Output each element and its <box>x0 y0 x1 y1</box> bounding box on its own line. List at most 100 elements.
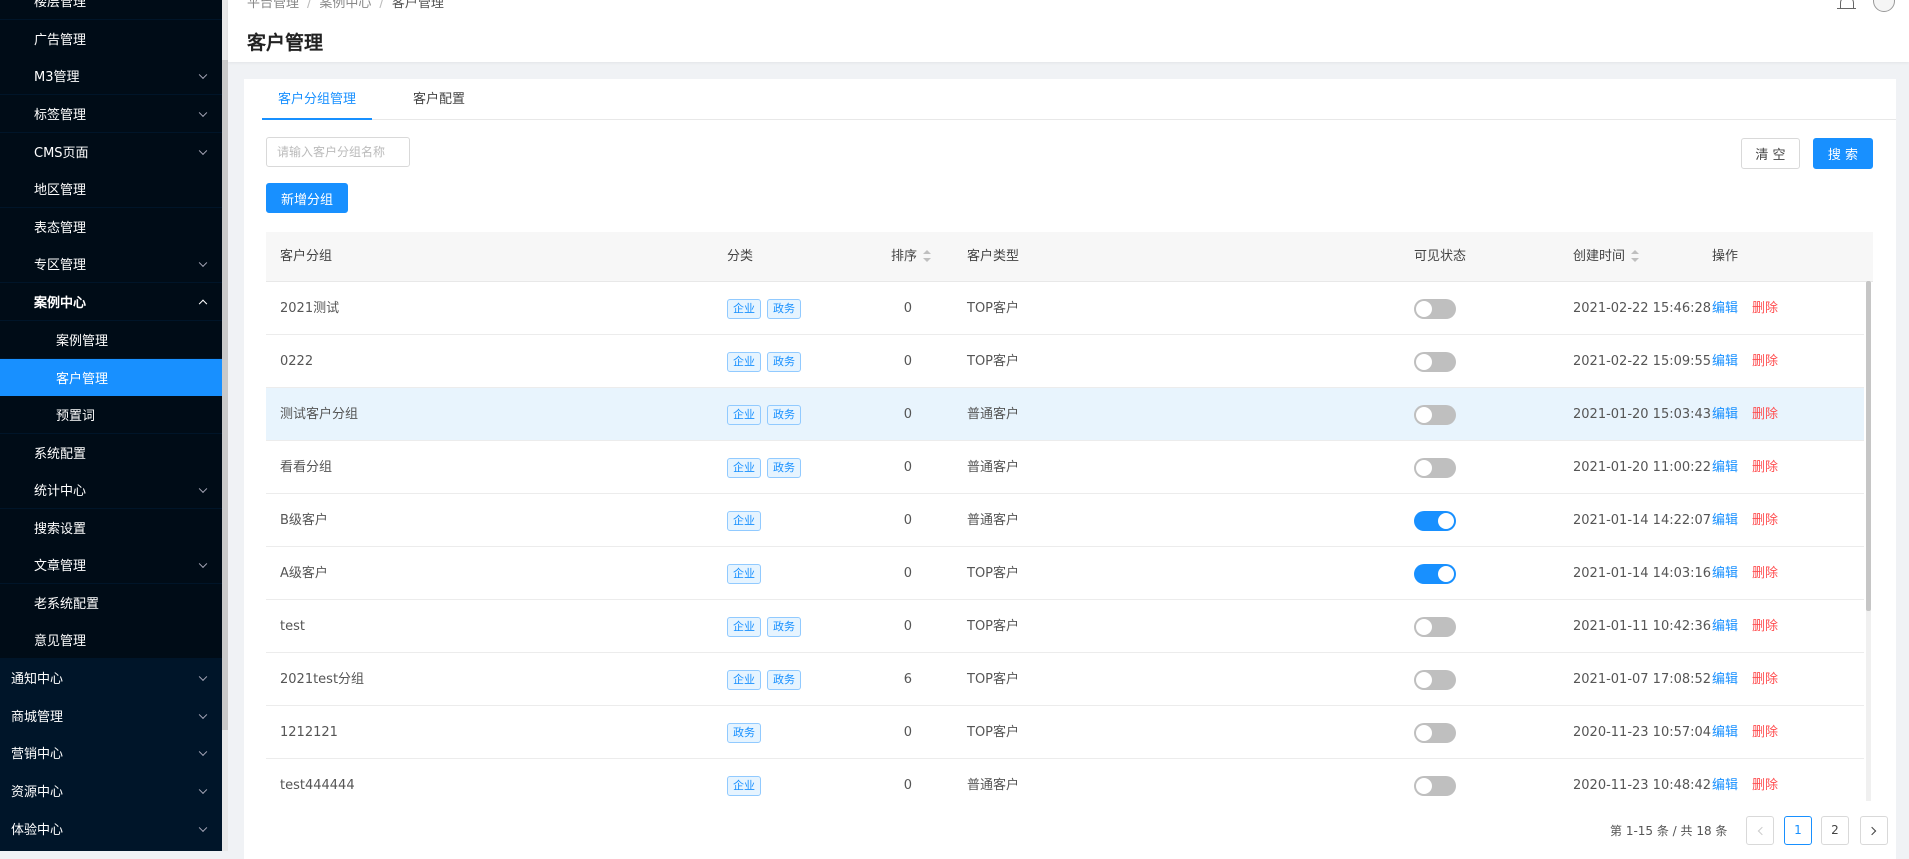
tab-bar: 客户分组管理 客户配置 <box>262 79 1896 120</box>
sort-icon[interactable] <box>1631 249 1640 262</box>
delete-link[interactable]: 删除 <box>1752 725 1778 740</box>
sidebar-item[interactable]: 专区管理 <box>0 245 222 282</box>
delete-link[interactable]: 删除 <box>1752 513 1778 528</box>
sidebar-item[interactable]: M3管理 <box>0 57 222 94</box>
visibility-toggle[interactable] <box>1414 299 1456 319</box>
sidebar-item[interactable]: 标签管理 <box>0 95 222 132</box>
sidebar-item[interactable]: 搜索设置 <box>0 509 222 546</box>
table-row[interactable]: 2021测试 企业 政务 0 TOP客户 2021-02-22 15:46:28 编辑 删除 <box>266 282 1864 335</box>
cell-group: A级客户 <box>280 566 328 581</box>
breadcrumb-item[interactable]: 案例中心 <box>319 0 371 11</box>
visibility-toggle[interactable] <box>1414 723 1456 743</box>
table-row[interactable]: test 企业 政务 0 TOP客户 2021-01-11 10:42:36 编辑 删除 <box>266 600 1864 653</box>
table-row[interactable]: A级客户 企业 0 TOP客户 2021-01-14 14:03:16 编辑 删除 <box>266 547 1864 600</box>
sidebar-item[interactable]: 营销中心 <box>0 734 222 771</box>
edit-link[interactable]: 编辑 <box>1712 566 1738 581</box>
next-page-button[interactable] <box>1860 816 1888 845</box>
table-row[interactable]: test444444 企业 0 普通客户 2020-11-23 10:48:42 编辑 删除 <box>266 759 1864 801</box>
table-row[interactable]: 2021test分组 企业 政务 6 TOP客户 2021-01-07 17:08:52 编… <box>266 653 1864 706</box>
sidebar-item-label: 楼层管理 <box>34 0 87 10</box>
table-row[interactable]: 0222 企业 政务 0 TOP客户 2021-02-22 15:09:55 编辑 删除 <box>266 335 1864 388</box>
table-scrollbar-thumb[interactable] <box>1866 281 1871 611</box>
avatar[interactable] <box>1873 0 1895 12</box>
edit-link[interactable]: 编辑 <box>1712 778 1738 793</box>
sidebar-item[interactable]: 案例管理 <box>0 321 222 358</box>
column-header-category: 分类 <box>727 249 754 264</box>
table-row[interactable]: 1212121 政务 0 TOP客户 2020-11-23 10:57:04 编辑 删除 <box>266 706 1864 759</box>
sidebar-item[interactable]: 楼层管理 <box>0 0 222 19</box>
table-scrollbar[interactable] <box>1866 281 1871 801</box>
cell-sort: 0 <box>903 725 912 740</box>
sidebar-scrollbar[interactable] <box>222 0 228 851</box>
table-row[interactable]: 看看分组 企业 政务 0 普通客户 2021-01-20 11:00:22 编辑 删除 <box>266 441 1864 494</box>
visibility-toggle[interactable] <box>1414 511 1456 531</box>
edit-link[interactable]: 编辑 <box>1712 460 1738 475</box>
sidebar-item[interactable]: CMS页面 <box>0 133 222 170</box>
sidebar-item[interactable]: 文章管理 <box>0 546 222 583</box>
tab-customer-group-management[interactable]: 客户分组管理 <box>262 79 372 120</box>
visibility-toggle[interactable] <box>1414 352 1456 372</box>
delete-link[interactable]: 删除 <box>1752 301 1778 316</box>
bell-icon[interactable] <box>1837 0 1856 9</box>
visibility-toggle[interactable] <box>1414 564 1456 584</box>
edit-link[interactable]: 编辑 <box>1712 513 1738 528</box>
breadcrumb-item[interactable]: 平台管理 <box>247 0 299 11</box>
tab-customer-config[interactable]: 客户配置 <box>402 79 476 120</box>
page-button-1[interactable]: 1 <box>1784 816 1812 845</box>
sidebar-item[interactable]: 意见管理 <box>0 621 222 658</box>
sidebar-item[interactable]: 体验中心 <box>0 810 222 847</box>
sidebar-item-label: 系统配置 <box>34 447 87 462</box>
toggle-knob <box>1416 407 1432 423</box>
table-row[interactable]: B级客户 企业 0 普通客户 2021-01-14 14:22:07 编辑 删除 <box>266 494 1864 547</box>
edit-link[interactable]: 编辑 <box>1712 301 1738 316</box>
search-input[interactable] <box>266 137 410 167</box>
edit-link[interactable]: 编辑 <box>1712 619 1738 634</box>
sidebar-item[interactable]: 统计中心 <box>0 471 222 508</box>
visibility-toggle[interactable] <box>1414 405 1456 425</box>
visibility-toggle[interactable] <box>1414 776 1456 796</box>
delete-link[interactable]: 删除 <box>1752 407 1778 422</box>
sidebar-scrollbar-thumb[interactable] <box>222 60 228 730</box>
page-button-2[interactable]: 2 <box>1821 816 1849 845</box>
prev-page-button[interactable] <box>1746 816 1774 845</box>
sidebar-item[interactable]: 老系统配置 <box>0 584 222 621</box>
chevron-down-icon <box>198 70 208 79</box>
sidebar-item[interactable]: 资源中心 <box>0 772 222 809</box>
clear-button[interactable]: 清 空 <box>1741 138 1800 169</box>
edit-link[interactable]: 编辑 <box>1712 725 1738 740</box>
edit-link[interactable]: 编辑 <box>1712 672 1738 687</box>
sidebar-item[interactable]: 预置词 <box>0 396 222 433</box>
sidebar-item[interactable]: 地区管理 <box>0 170 222 207</box>
sidebar-item[interactable]: 系统配置 <box>0 434 222 471</box>
column-header-created[interactable]: 创建时间 <box>1573 232 1640 282</box>
sidebar-item[interactable]: 案例中心 <box>0 283 222 320</box>
add-group-button[interactable]: 新增分组 <box>266 183 348 213</box>
delete-link[interactable]: 删除 <box>1752 354 1778 369</box>
sidebar-item[interactable]: 广告管理 <box>0 20 222 57</box>
visibility-toggle[interactable] <box>1414 617 1456 637</box>
sidebar-item[interactable]: 客户管理 <box>0 359 222 396</box>
sidebar-item[interactable]: 商城管理 <box>0 697 222 734</box>
cell-sort: 0 <box>903 566 912 581</box>
sidebar-item-label: 统计中心 <box>34 484 87 499</box>
sidebar-item[interactable]: 表态管理 <box>0 208 222 245</box>
visibility-toggle[interactable] <box>1414 458 1456 478</box>
table-row[interactable]: 测试客户分组 企业 政务 0 普通客户 2021-01-20 15:03:43 编辑 删除 <box>266 388 1864 441</box>
cell-actions: 编辑 删除 <box>1712 653 1778 706</box>
delete-link[interactable]: 删除 <box>1752 619 1778 634</box>
visibility-toggle[interactable] <box>1414 670 1456 690</box>
sidebar-item[interactable]: 通知中心 <box>0 659 222 696</box>
category-tag: 政务 <box>767 616 801 637</box>
sidebar-item-label: 通知中心 <box>11 672 64 687</box>
delete-link[interactable]: 删除 <box>1752 778 1778 793</box>
column-header-sort[interactable]: 排序 <box>891 232 932 282</box>
edit-link[interactable]: 编辑 <box>1712 407 1738 422</box>
delete-link[interactable]: 删除 <box>1752 460 1778 475</box>
sort-icon[interactable] <box>923 249 932 262</box>
edit-link[interactable]: 编辑 <box>1712 354 1738 369</box>
cell-group: test444444 <box>280 778 355 793</box>
search-button[interactable]: 搜 索 <box>1813 138 1873 169</box>
delete-link[interactable]: 删除 <box>1752 672 1778 687</box>
cell-created: 2021-01-07 17:08:52 <box>1573 672 1712 687</box>
delete-link[interactable]: 删除 <box>1752 566 1778 581</box>
